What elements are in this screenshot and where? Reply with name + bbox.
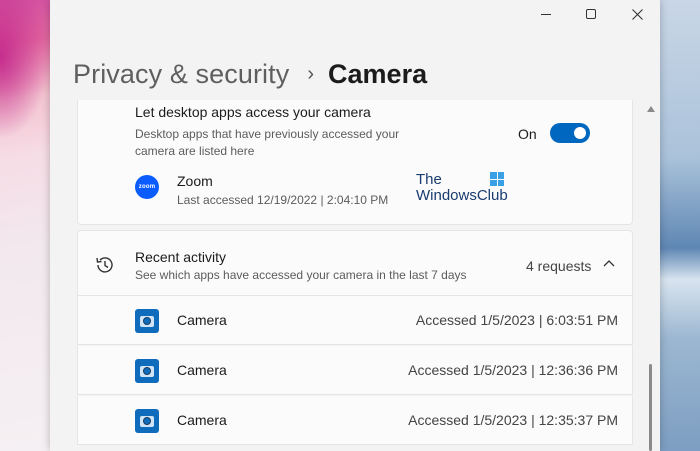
activity-timestamp: Accessed 1/5/2023 | 12:36:36 PM: [408, 362, 618, 378]
desktop-apps-description-line2: camera are listed here: [135, 144, 255, 158]
desktop-apps-description-line1: Desktop apps that have previously access…: [135, 127, 400, 141]
desktop-wallpaper-left: [0, 0, 50, 451]
zoom-last-accessed: Last accessed 12/19/2022 | 2:04:10 PM: [177, 193, 389, 207]
settings-content[interactable]: Let desktop apps access your camera Desk…: [50, 100, 660, 451]
history-icon: [96, 257, 113, 273]
close-icon: [631, 8, 643, 20]
activity-app-name: Camera: [177, 412, 227, 428]
settings-window: Privacy & security › Camera Let desktop …: [50, 0, 660, 451]
activity-row: Camera Accessed 1/5/2023 | 6:03:51 PM: [77, 296, 633, 345]
minimize-button[interactable]: [523, 0, 569, 28]
camera-app-icon: [135, 309, 159, 333]
activity-row: Camera Accessed 1/5/2023 | 12:36:36 PM: [77, 346, 633, 395]
desktop-wallpaper-right: [660, 0, 700, 451]
desktop-apps-access-card: Let desktop apps access your camera Desk…: [77, 100, 633, 225]
page-title: Camera: [328, 58, 428, 89]
request-count: 4 requests: [526, 258, 592, 274]
activity-timestamp: Accessed 1/5/2023 | 12:35:37 PM: [408, 412, 618, 428]
activity-app-name: Camera: [177, 312, 227, 328]
toggle-state-label: On: [518, 126, 537, 142]
breadcrumb: Privacy & security › Camera: [73, 54, 427, 94]
toggle-knob: [574, 127, 586, 139]
close-button[interactable]: [614, 0, 660, 28]
scrollbar-thumb[interactable]: [649, 364, 652, 451]
chevron-right-icon: ›: [307, 62, 315, 85]
scroll-up-arrow-icon[interactable]: [647, 106, 655, 112]
recent-activity-description: See which apps have accessed your camera…: [135, 268, 467, 282]
maximize-button[interactable]: [568, 0, 614, 28]
maximize-icon: [586, 9, 596, 19]
zoom-app-name: Zoom: [177, 173, 213, 189]
minimize-icon: [541, 13, 551, 15]
zoom-app-icon: zoom: [135, 175, 159, 199]
activity-app-name: Camera: [177, 362, 227, 378]
vertical-scrollbar[interactable]: [646, 100, 656, 451]
breadcrumb-parent-link[interactable]: Privacy & security: [73, 59, 289, 90]
recent-activity-header[interactable]: Recent activity See which apps have acce…: [77, 230, 633, 296]
camera-app-icon: [135, 359, 159, 383]
recent-activity-title: Recent activity: [135, 249, 227, 265]
activity-row: Camera Accessed 1/5/2023 | 12:35:37 PM: [77, 396, 633, 445]
watermark-line1: The: [416, 171, 442, 188]
desktop-apps-title: Let desktop apps access your camera: [135, 104, 371, 120]
watermark-windows-icon: [490, 172, 504, 186]
chevron-up-icon: [603, 260, 615, 267]
desktop-apps-toggle[interactable]: [550, 123, 590, 143]
camera-app-icon: [135, 409, 159, 433]
activity-timestamp: Accessed 1/5/2023 | 6:03:51 PM: [415, 312, 618, 328]
watermark-line2: WindowsClub: [416, 187, 508, 204]
